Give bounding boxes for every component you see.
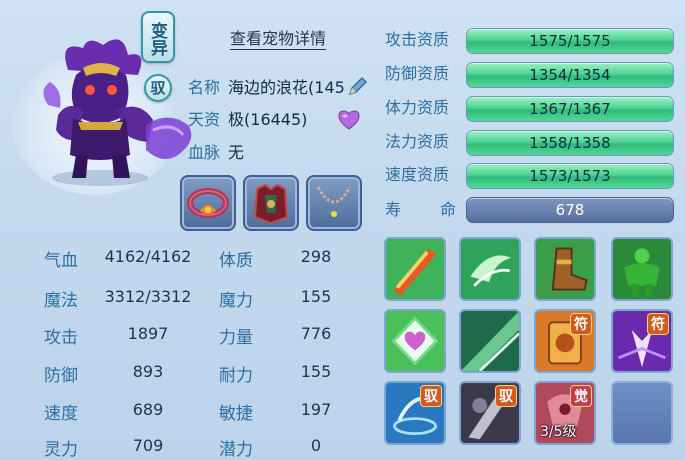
speed-aptitude-bar: 1573/1573 [466, 163, 674, 189]
skill-slot-12-empty[interactable] [611, 381, 673, 445]
stat-mp-value: 3312/3312 [104, 287, 192, 306]
heart-icon[interactable] [338, 110, 360, 130]
stat-mp-label: 魔法 [44, 291, 78, 311]
lifespan-label-first: 寿 [385, 200, 402, 219]
wind-blade-skill-icon [461, 239, 519, 299]
awaken-badge: 觉 [570, 385, 592, 407]
necklace-equipment-icon [316, 186, 352, 217]
bind-badge: 驭 [420, 385, 442, 407]
light-burst-skill-icon [461, 311, 519, 371]
stat-defense-label: 防御 [44, 366, 78, 386]
skill-slot-4[interactable] [611, 237, 673, 301]
sword-strike-skill-icon [386, 239, 444, 299]
attack-aptitude-label: 攻击资质 [385, 30, 450, 49]
stat-potential-label: 潜力 [219, 440, 253, 460]
stat-speed-value: 689 [132, 400, 164, 419]
pet-name-label: 名称 [188, 78, 221, 97]
attack-aptitude-bar: 1575/1575 [466, 28, 674, 54]
stat-potential-value: 0 [310, 436, 322, 455]
stat-speed-label: 速度 [44, 404, 78, 424]
pet-bloodline-row: 血脉无 [188, 142, 244, 164]
stat-attack-value: 1897 [127, 324, 169, 343]
lifespan-label-second: 命 [440, 200, 457, 219]
talisman-badge: 符 [647, 313, 669, 335]
collar-equipment-icon [187, 188, 229, 218]
pet-aptitude-label: 天资 [188, 110, 221, 129]
mana-aptitude-label: 法力资质 [385, 132, 450, 151]
stat-defense-value: 893 [132, 362, 164, 381]
skill-slot-11[interactable]: 觉 3/5级 [534, 381, 596, 445]
stat-endurance-label: 耐力 [219, 366, 253, 386]
equipment-slot-collar[interactable] [180, 175, 236, 231]
mana-aptitude-bar: 1358/1358 [466, 130, 674, 156]
pet-bloodline-label: 血脉 [188, 143, 221, 162]
talisman-badge: 符 [570, 313, 592, 335]
skill-slot-10[interactable]: 驭 [459, 381, 521, 445]
skill-slot-8[interactable]: 符 [611, 309, 673, 373]
lifespan-bar: 678 [466, 197, 674, 223]
skill-slot-6[interactable] [459, 309, 521, 373]
defense-aptitude-label: 防御资质 [385, 64, 450, 83]
pet-bloodline-value: 无 [228, 143, 245, 162]
stat-agility-value: 197 [300, 400, 332, 419]
stat-constitution-label: 体质 [219, 251, 253, 271]
stat-hp-value: 4162/4162 [104, 247, 192, 266]
pet-name-value: 海边的浪花(145 [228, 78, 345, 97]
stat-attack-label: 攻击 [44, 328, 78, 348]
skill-slot-3[interactable] [534, 237, 596, 301]
skill-slot-9[interactable]: 驭 [384, 381, 446, 445]
view-pet-details-link[interactable]: 查看宠物详情 [230, 29, 327, 50]
equipment-slot-armor[interactable] [243, 175, 299, 231]
bind-badge: 驭 [495, 385, 517, 407]
stat-hp-label: 气血 [44, 251, 78, 271]
stamina-aptitude-bar: 1367/1367 [466, 96, 674, 122]
stat-strength-value: 776 [300, 324, 332, 343]
stat-constitution-value: 298 [300, 247, 332, 266]
edit-name-icon[interactable] [346, 74, 370, 98]
skill-level-badge: 3/5级 [540, 424, 577, 440]
stamina-aptitude-label: 体力资质 [385, 98, 450, 117]
stat-endurance-value: 155 [300, 362, 332, 381]
defense-aptitude-bar: 1354/1354 [466, 62, 674, 88]
skill-slot-7[interactable]: 符 [534, 309, 596, 373]
variant-tag: 变异 [141, 11, 175, 63]
green-giant-skill-icon [613, 239, 671, 299]
pet-name-row: 名称 海边的浪花(145 [188, 77, 345, 99]
stat-strength-label: 力量 [219, 328, 253, 348]
pet-portrait-icon [28, 30, 203, 190]
stat-spirit-label: 灵力 [44, 440, 78, 460]
pet-aptitude-row: 天资 极(16445) [188, 109, 307, 131]
skill-slot-5[interactable] [384, 309, 446, 373]
pet-aptitude-value: 极(16445) [228, 110, 308, 129]
heart-shield-skill-icon [386, 311, 444, 371]
equipment-slot-necklace[interactable] [306, 175, 362, 231]
skill-slot-2[interactable] [459, 237, 521, 301]
stat-magic-power-value: 155 [300, 287, 332, 306]
skill-slot-1[interactable] [384, 237, 446, 301]
speed-aptitude-label: 速度资质 [385, 165, 450, 184]
armor-equipment-icon [253, 183, 289, 225]
stat-magic-power-label: 魔力 [219, 291, 253, 311]
boot-speed-skill-icon [536, 239, 594, 299]
stat-agility-label: 敏捷 [219, 404, 253, 424]
stat-spirit-value: 709 [132, 436, 164, 455]
bind-tag: 驭 [144, 74, 172, 102]
